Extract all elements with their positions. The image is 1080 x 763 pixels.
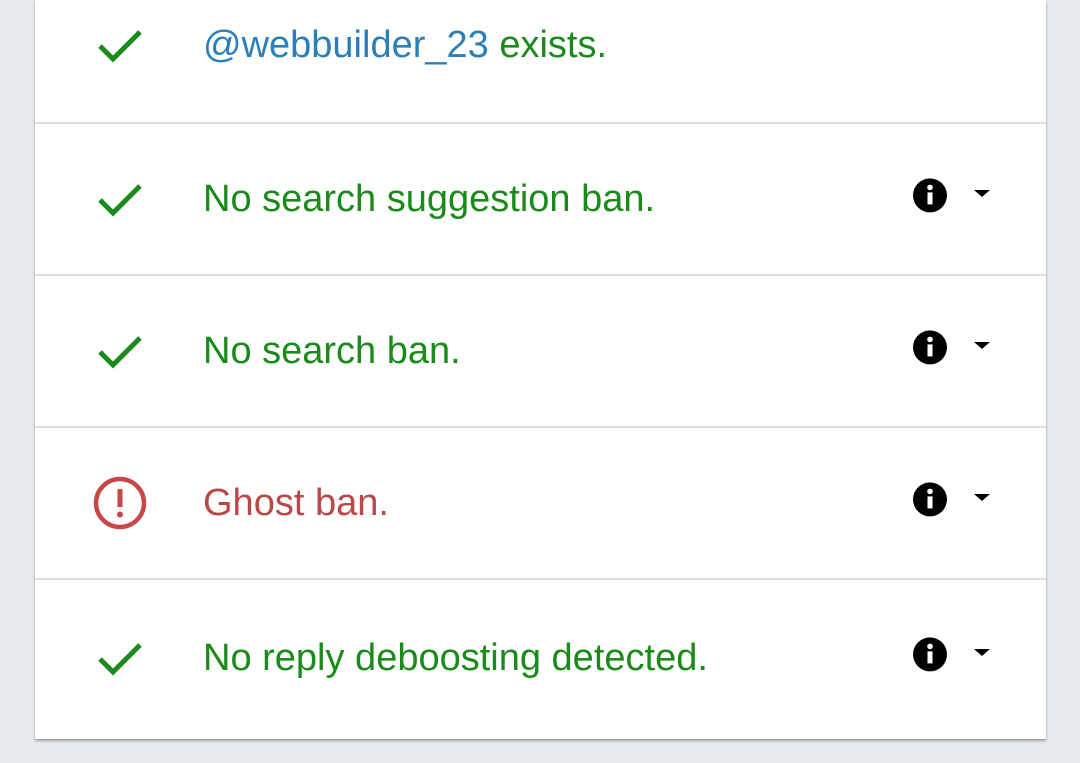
info-icon[interactable] xyxy=(912,481,948,517)
check-icon xyxy=(93,631,147,685)
caret-down-icon[interactable] xyxy=(970,333,994,357)
caret-down-icon[interactable] xyxy=(970,485,994,509)
info-icon[interactable] xyxy=(912,329,948,365)
result-text: No search suggestion ban. xyxy=(203,178,656,220)
info-icon[interactable] xyxy=(912,636,948,672)
caret-down-icon[interactable] xyxy=(970,640,994,664)
result-row-reply-deboosting: No reply deboosting detected. xyxy=(35,580,1046,735)
caret-down-icon[interactable] xyxy=(970,181,994,205)
result-text: No reply deboosting detected. xyxy=(203,636,708,679)
check-icon xyxy=(93,172,147,226)
result-row-search-ban: No search ban. xyxy=(35,276,1046,428)
info-icon[interactable] xyxy=(912,177,948,213)
check-icon xyxy=(93,18,147,72)
result-text: exists. xyxy=(488,24,608,66)
result-text: Ghost ban. xyxy=(203,482,389,524)
alert-circle-icon xyxy=(93,476,147,530)
result-row-account-exists: @webbuilder_23 exists. xyxy=(35,0,1046,124)
result-text: No search ban. xyxy=(203,330,461,372)
result-row-ghost-ban: Ghost ban. xyxy=(35,428,1046,580)
results-card: @webbuilder_23 exists. No search suggest… xyxy=(35,0,1046,739)
account-handle[interactable]: @webbuilder_23 xyxy=(203,24,489,66)
result-row-search-suggestion-ban: No search suggestion ban. xyxy=(35,124,1046,276)
result-label: @webbuilder_23 exists. xyxy=(203,22,607,68)
check-icon xyxy=(93,324,147,378)
